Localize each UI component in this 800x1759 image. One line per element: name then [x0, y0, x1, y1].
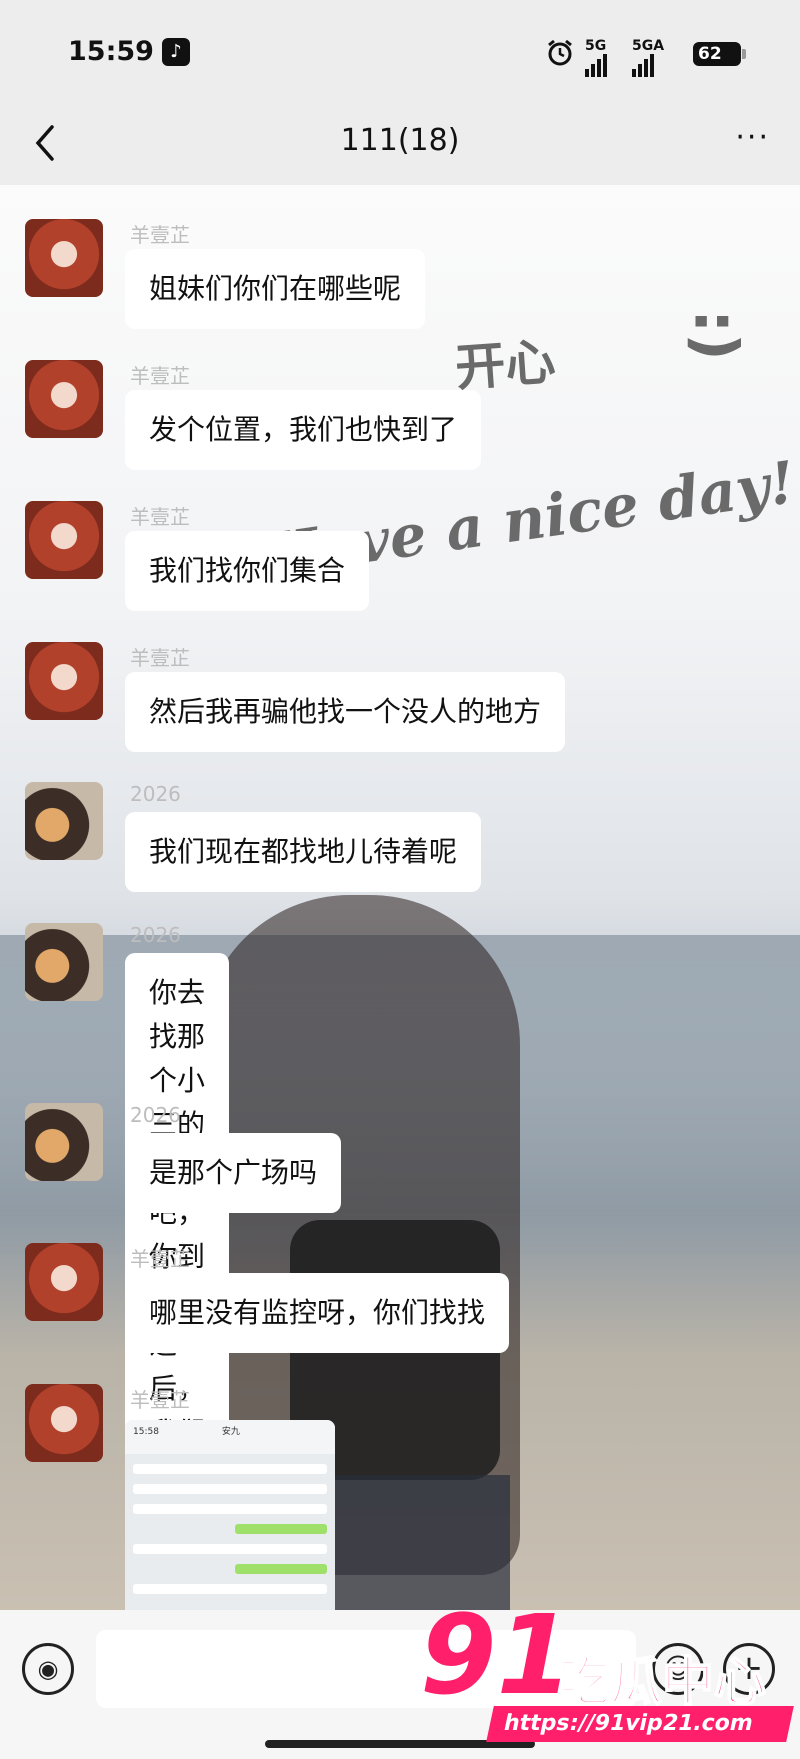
avatar[interactable]: [25, 501, 103, 579]
avatar[interactable]: [25, 360, 103, 438]
chat-header: 111(18) ···: [0, 105, 800, 185]
message-bubble[interactable]: 我们找你们集合: [125, 531, 370, 611]
avatar[interactable]: [25, 1384, 103, 1462]
sender-name: 羊壹芷: [130, 1388, 190, 1412]
image-chat-row: [133, 1544, 327, 1554]
voice-icon: ◉: [37, 1655, 59, 1683]
avatar[interactable]: [25, 642, 103, 720]
sender-name: 羊壹芷: [130, 223, 190, 247]
sender-name: 2026: [130, 782, 181, 806]
status-bar: 15:59 ♪ 5G 5GA 62: [0, 0, 800, 105]
avatar[interactable]: [25, 1243, 103, 1321]
image-chat-row: [133, 1584, 327, 1594]
message-bubble[interactable]: 我们现在都找地儿待着呢: [125, 812, 482, 892]
sender-name: 2026: [130, 923, 181, 947]
avatar[interactable]: [25, 782, 103, 860]
tiktok-icon: ♪: [162, 38, 190, 66]
watermark: 91 吃瓜中心 https://91vip21.com: [420, 1600, 795, 1750]
avatar[interactable]: [25, 1103, 103, 1181]
watermark-number: 91: [420, 1591, 574, 1719]
battery-icon: 62: [693, 42, 746, 66]
sender-name: 2026: [130, 1103, 181, 1127]
avatar[interactable]: [25, 923, 103, 1001]
image-chat-row: [235, 1564, 327, 1574]
message-bubble[interactable]: 哪里没有监控呀，你们找找: [125, 1273, 510, 1353]
watermark-name: 吃瓜中心: [557, 1652, 767, 1714]
message-bubble[interactable]: 发个位置，我们也快到了: [125, 390, 482, 470]
background-smiley: :): [680, 309, 751, 361]
image-header: 15:58 安九: [125, 1420, 335, 1454]
message-bubble[interactable]: 是那个广场吗: [125, 1133, 342, 1213]
image-chat-row: [133, 1504, 327, 1514]
status-time: 15:59: [68, 36, 154, 67]
voice-button[interactable]: ◉: [22, 1643, 74, 1695]
background-kaixin-text: 开心: [453, 332, 558, 398]
image-chat-row: [235, 1524, 327, 1534]
image-chat-row: [133, 1484, 327, 1494]
image-time: 15:58: [133, 1427, 159, 1437]
message-bubble[interactable]: 然后我再骗他找一个没人的地方: [125, 672, 566, 752]
message-bubble[interactable]: 姐妹们你们在哪些呢: [125, 249, 426, 329]
signal-5ga-icon: 5GA: [632, 38, 682, 77]
sender-name: 羊壹芷: [130, 505, 190, 529]
signal-5g-icon: 5G: [585, 38, 625, 77]
avatar[interactable]: [25, 219, 103, 297]
watermark-url: https://91vip21.com: [486, 1706, 794, 1742]
chat-title: 111(18): [340, 123, 460, 158]
sender-name: 羊壹芷: [130, 1247, 190, 1271]
image-chat-row: [133, 1464, 327, 1474]
sender-name: 羊壹芷: [130, 364, 190, 388]
image-title: 安九: [221, 1427, 240, 1437]
more-options-button[interactable]: ···: [735, 120, 770, 155]
sender-name: 羊壹芷: [130, 646, 190, 670]
chat-area[interactable]: 开心 :) Have a nice day! 羊壹芷 姐妹们你们在哪些呢 羊壹芷…: [0, 185, 800, 1610]
image-message[interactable]: 15:58 安九: [125, 1420, 335, 1610]
alarm-icon: [545, 38, 575, 68]
